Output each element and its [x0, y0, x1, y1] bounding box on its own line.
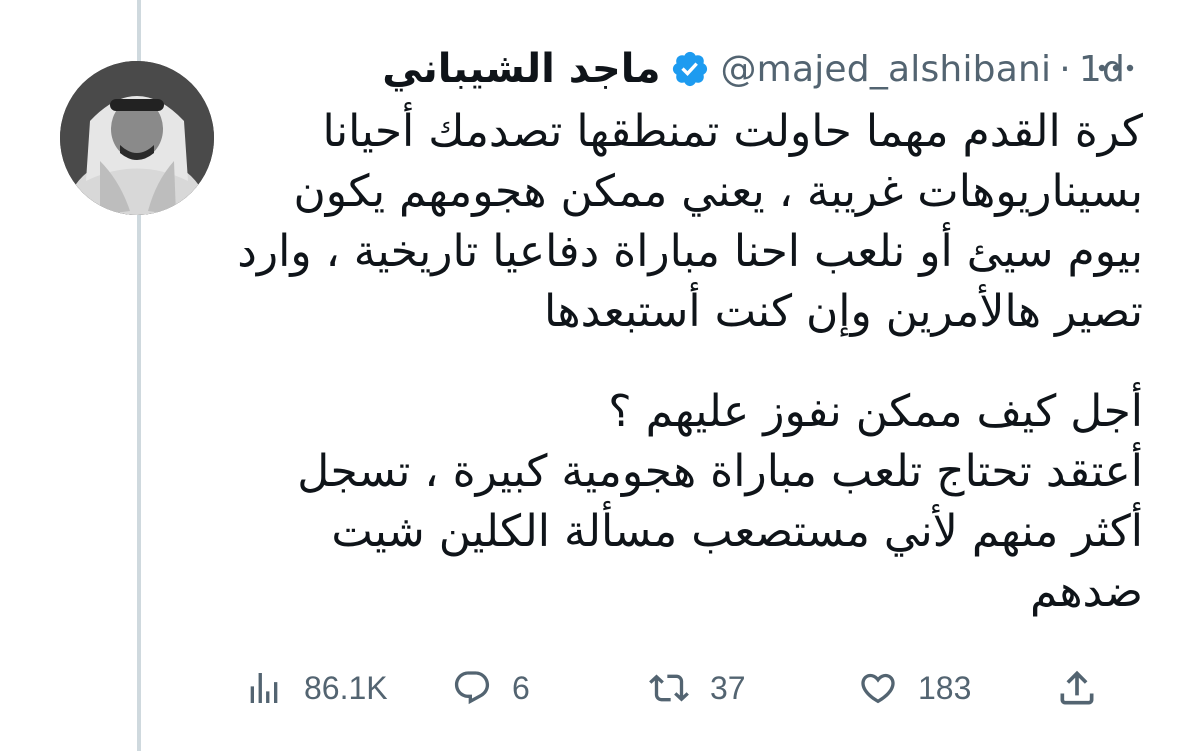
separator-dot: ·	[1059, 48, 1071, 90]
text-line: ضدهم	[1030, 566, 1143, 617]
tweet-header: ماجد الشيباني @majed_alshibani · 1d	[382, 44, 1125, 94]
share-icon	[1060, 670, 1094, 705]
more-icon	[1098, 64, 1134, 72]
text-line: أكثر منهم لأني مستصعب مسألة الكلين شيت	[331, 506, 1143, 557]
retweet-count: 37	[710, 669, 746, 706]
action-bar: 86.1K 6 37 183	[242, 660, 1102, 716]
avatar-photo	[60, 61, 214, 215]
views-count: 86.1K	[304, 669, 388, 706]
handle[interactable]: @majed_alshibani	[720, 49, 1051, 90]
like-count: 183	[918, 669, 972, 706]
like-icon	[861, 673, 895, 704]
reply-count: 6	[512, 669, 530, 706]
text-line: كرة القدم مهما حاولت تمنطقها تصدمك أحيان…	[322, 106, 1144, 157]
text-line: تصير هالأمرين وإن كنت أستبعدها	[544, 286, 1143, 337]
views-button[interactable]: 86.1K	[242, 660, 388, 716]
reply-button[interactable]: 6	[450, 660, 530, 716]
tweet-text: كرة القدم مهما حاولت تمنطقها تصدمك أحيان…	[237, 102, 1144, 622]
more-button[interactable]	[1092, 52, 1140, 84]
text-line: أجل كيف ممكن نفوز عليهم ؟	[608, 386, 1143, 437]
display-name[interactable]: ماجد الشيباني	[382, 46, 660, 92]
views-icon	[250, 673, 278, 703]
reply-icon	[454, 671, 490, 705]
text-line: بيوم سيئ أو نلعب احنا مباراة دفاعيا تاري…	[237, 226, 1143, 277]
share-button[interactable]	[1054, 660, 1100, 716]
verified-badge-icon	[673, 51, 708, 87]
retweet-button[interactable]: 37	[646, 660, 746, 716]
like-button[interactable]: 183	[856, 660, 971, 716]
text-line: أعتقد تحتاج تلعب مباراة هجومية كبيرة ، ت…	[297, 446, 1143, 497]
avatar[interactable]	[60, 61, 214, 215]
retweet-icon	[649, 674, 689, 702]
text-line: بسيناريوهات غريبة ، يعني ممكن هجومهم يكو…	[293, 166, 1143, 217]
